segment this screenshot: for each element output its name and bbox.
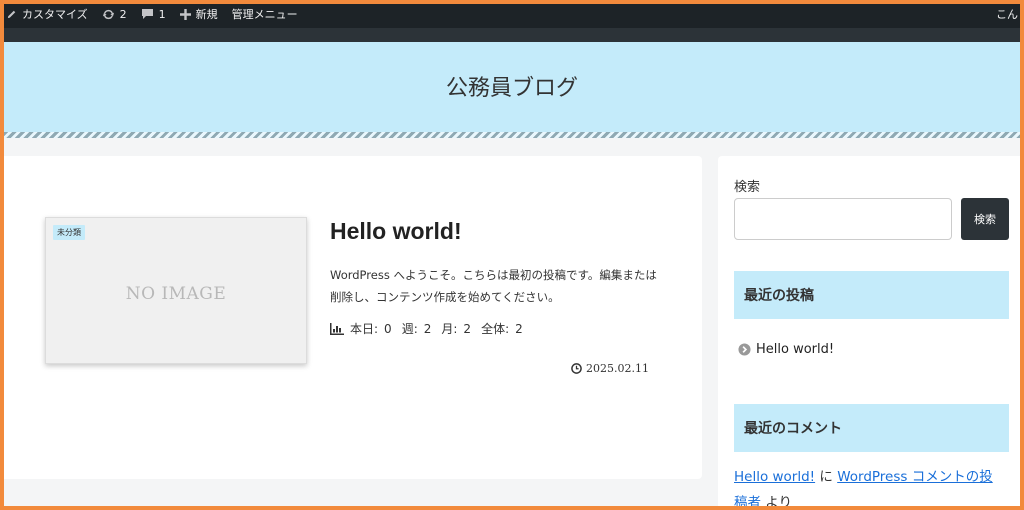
total-label: 全体: — [481, 322, 510, 336]
clock-icon — [571, 363, 582, 374]
chevron-circle-right-icon — [738, 343, 751, 356]
customize-menu-item[interactable]: カスタマイズ — [4, 4, 95, 28]
recent-posts-heading: 最近の投稿 — [734, 271, 1009, 319]
site-header: 公務員ブログ — [4, 42, 1020, 138]
site-title[interactable]: 公務員ブログ — [446, 70, 578, 102]
post-date: 2025.02.11 — [571, 362, 649, 375]
bar-chart-icon — [330, 322, 344, 335]
comments-count: 1 — [158, 7, 166, 21]
total-count: 2 — [515, 321, 523, 336]
week-count: 2 — [423, 321, 432, 336]
refresh-icon — [102, 8, 115, 21]
header-stripe-border — [4, 132, 1020, 138]
post-date-text: 2025.02.11 — [586, 362, 649, 375]
comment-suffix: より — [761, 495, 793, 506]
comments-menu-item[interactable]: 1 — [134, 4, 173, 28]
customize-label: カスタマイズ — [22, 8, 88, 21]
week-label: 週: — [401, 322, 418, 336]
admin-menu-item[interactable]: 管理メニュー — [225, 4, 305, 28]
browser-viewport: カスタマイズ 2 1 新規 管理メニュー こん 公務員ブログ NO IMAGE … — [4, 4, 1020, 506]
admin-menu-label: 管理メニュー — [231, 8, 298, 21]
search-widget-title: 検索 — [734, 180, 761, 195]
new-content-menu-item[interactable]: 新規 — [173, 4, 225, 28]
new-label: 新規 — [195, 8, 218, 21]
post-thumbnail[interactable]: NO IMAGE 未分類 — [45, 217, 307, 364]
greeting-text: こん — [996, 8, 1018, 21]
today-label: 本日: — [350, 322, 379, 336]
recent-comments-heading: 最近のコメント — [734, 404, 1009, 452]
sidebar: 検索 検索 最近の投稿 Hello world! 最近のコメント Hello w… — [718, 156, 1020, 506]
post-list: NO IMAGE 未分類 Hello world! WordPress へようこ… — [4, 156, 702, 479]
category-badge[interactable]: 未分類 — [53, 225, 85, 240]
month-label: 月: — [441, 322, 458, 336]
post-excerpt: WordPress へようこそ。こちらは最初の投稿です。編集または削除し、コンテ… — [330, 268, 657, 304]
post-title[interactable]: Hello world! — [330, 218, 462, 245]
updates-count: 2 — [119, 7, 127, 21]
updates-menu-item[interactable]: 2 — [95, 4, 134, 28]
search-input[interactable] — [734, 198, 952, 240]
header-top-strip — [4, 28, 1020, 42]
recent-comment-item: Hello world! に WordPress コメントの投稿者 より — [734, 464, 1006, 506]
comment-bubble-icon — [141, 8, 154, 20]
account-menu[interactable]: こん — [996, 4, 1020, 28]
pencil-icon — [6, 9, 17, 20]
recent-post-item[interactable]: Hello world! — [738, 342, 834, 357]
no-image-placeholder: NO IMAGE — [125, 283, 227, 304]
admin-bar: カスタマイズ 2 1 新規 管理メニュー こん — [4, 4, 1020, 28]
view-counter: 本日: 0 週: 2 月: 2 全体: 2 — [330, 320, 527, 337]
month-count: 2 — [463, 321, 472, 336]
comment-connector: に — [815, 469, 838, 485]
recent-post-label: Hello world! — [756, 342, 835, 357]
plus-icon — [179, 8, 191, 20]
today-count: 0 — [384, 321, 392, 336]
search-button[interactable]: 検索 — [961, 198, 1009, 240]
comment-post-link[interactable]: Hello world! — [734, 469, 815, 485]
